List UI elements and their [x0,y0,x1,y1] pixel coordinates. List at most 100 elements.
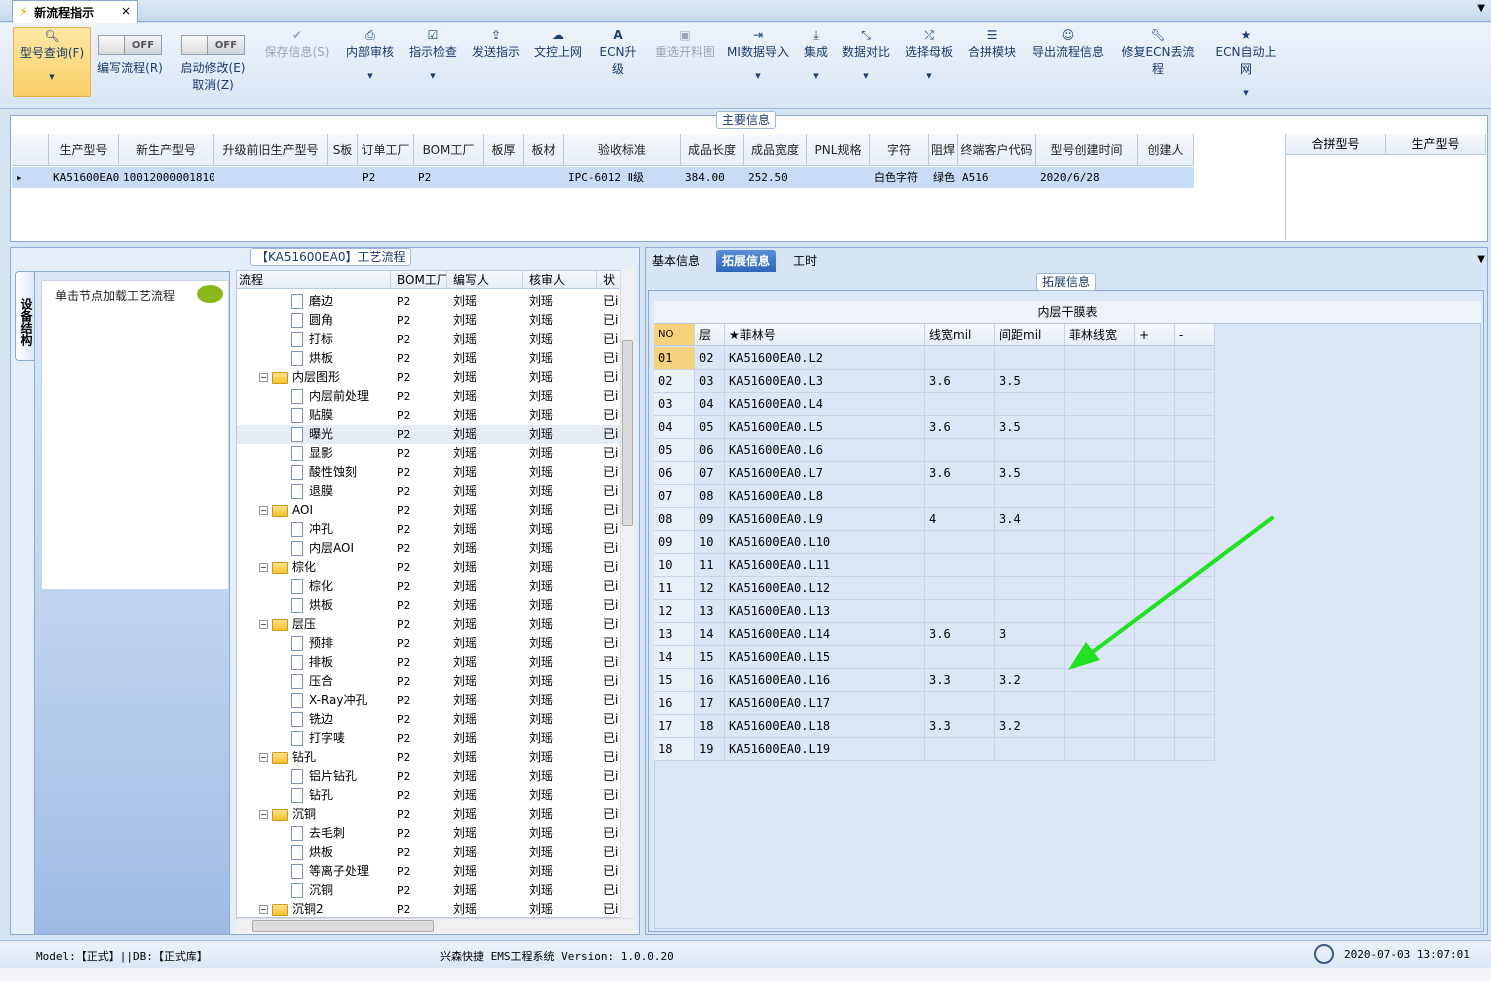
tab-dropdown-icon[interactable]: ▼ [1477,3,1485,14]
main-cell[interactable]: IPC-6012 Ⅱ级 [564,167,681,188]
inner-cell[interactable] [995,738,1065,760]
inner-cell[interactable]: 14 [654,646,695,668]
main-cell[interactable] [214,167,328,188]
inner-cell[interactable]: 10 [695,531,725,553]
inner-cell[interactable]: KA51600EA0.L16 [725,669,925,691]
tree-node[interactable]: 内层AOI P2 刘瑶 刘瑶 已i [237,539,621,558]
collapse-icon[interactable]: − [259,563,268,572]
tree-node[interactable]: 冲孔 P2 刘瑶 刘瑶 已i [237,520,621,539]
inner-cell[interactable] [995,646,1065,668]
tab-work-hours[interactable]: 工时 [787,250,823,272]
main-cell[interactable]: P2 [414,167,484,188]
main-cell[interactable]: 2020/6/28 [1036,167,1138,188]
inner-cell[interactable] [1175,439,1215,461]
main-col-header[interactable]: 创建人 [1138,134,1194,165]
inner-cell[interactable] [1065,462,1135,484]
inner-cell[interactable]: KA51600EA0.L11 [725,554,925,576]
main-col-header[interactable]: 验收标准 [564,134,681,165]
col-status[interactable]: 状 [597,271,621,288]
inner-cell[interactable]: KA51600EA0.L9 [725,508,925,530]
inner-cell[interactable]: 3.4 [995,508,1065,530]
inner-cell[interactable]: 07 [695,462,725,484]
inner-cell[interactable] [1065,347,1135,369]
inner-cell[interactable] [995,554,1065,576]
ecn-upgrade-button[interactable]: A ECN升级 [594,27,642,105]
tab-extended-info[interactable]: 拓展信息 [716,250,777,272]
inner-cell[interactable] [925,646,995,668]
col-reviewer[interactable]: 核审人 [523,271,597,288]
inner-cell[interactable] [1135,715,1175,737]
inner-cell[interactable]: 17 [695,692,725,714]
cancel-label[interactable]: 取消(Z) [192,76,234,93]
inner-cell[interactable]: KA51600EA0.L15 [725,646,925,668]
inner-cell[interactable]: 11 [654,577,695,599]
table-row[interactable]: 02 03 KA51600EA0.L3 3.6 3.5 [654,370,1215,393]
inner-cell[interactable]: 04 [695,393,725,415]
inner-cell[interactable] [1065,692,1135,714]
inner-cell[interactable]: 09 [654,531,695,553]
inner-cell[interactable] [1175,393,1215,415]
inner-col-header[interactable]: NO [654,324,695,345]
table-row[interactable]: 06 07 KA51600EA0.L7 3.6 3.5 [654,462,1215,485]
inner-cell[interactable]: 3.6 [925,416,995,438]
inner-cell[interactable]: KA51600EA0.L14 [725,623,925,645]
main-col-header[interactable]: 订单工厂 [358,134,414,165]
inner-cell[interactable]: 02 [695,347,725,369]
inner-cell[interactable]: 12 [654,600,695,622]
tree-node[interactable]: 显影 P2 刘瑶 刘瑶 已i [237,444,621,463]
tree-node[interactable]: − 棕化 P2 刘瑶 刘瑶 已i [237,558,621,577]
inner-cell[interactable] [1135,738,1175,760]
inner-cell[interactable] [1065,715,1135,737]
collapse-icon[interactable]: − [259,905,268,914]
inner-cell[interactable] [1065,393,1135,415]
inner-cell[interactable] [995,393,1065,415]
main-col-header[interactable]: BOM工厂 [414,134,484,165]
inner-cell[interactable]: 3.6 [925,462,995,484]
tree-node[interactable]: 烘板 P2 刘瑶 刘瑶 已i [237,843,621,862]
tree-node[interactable]: 去毛刺 P2 刘瑶 刘瑶 已i [237,824,621,843]
inner-cell[interactable] [1175,692,1215,714]
tree-node[interactable]: 贴膜 P2 刘瑶 刘瑶 已i [237,406,621,425]
col-process[interactable]: 流程 [237,271,391,288]
col-writer[interactable]: 编写人 [447,271,523,288]
inner-cell[interactable]: 02 [654,370,695,392]
main-cell[interactable]: 384.00 [681,167,744,188]
inner-cell[interactable] [1135,393,1175,415]
table-row[interactable]: 04 05 KA51600EA0.L5 3.6 3.5 [654,416,1215,439]
tree-node[interactable]: − 钻孔 P2 刘瑶 刘瑶 已i [237,748,621,767]
inner-cell[interactable] [925,393,995,415]
inner-cell[interactable] [995,347,1065,369]
inner-cell[interactable]: KA51600EA0.L4 [725,393,925,415]
main-col-header[interactable]: 字符 [870,134,929,165]
mi-import-button[interactable]: ⇥ MI数据导入 ▼ [726,27,790,105]
inner-cell[interactable] [995,600,1065,622]
table-row[interactable]: 17 18 KA51600EA0.L18 3.3 3.2 [654,715,1215,738]
tree-node[interactable]: − 沉铜2 P2 刘瑶 刘瑶 已i [237,900,621,917]
inner-cell[interactable] [1065,416,1135,438]
inner-cell[interactable]: 01 [654,347,695,369]
tree-node[interactable]: 等离子处理 P2 刘瑶 刘瑶 已i [237,862,621,881]
inner-cell[interactable]: 16 [654,692,695,714]
inner-cell[interactable] [1135,692,1175,714]
inner-cell[interactable]: 07 [654,485,695,507]
tree-node[interactable]: 打标 P2 刘瑶 刘瑶 已i [237,330,621,349]
inner-cell[interactable] [1135,439,1175,461]
main-col-header[interactable]: 阻焊 [929,134,958,165]
main-cell[interactable]: KA51600EA0 [49,167,119,188]
inner-cell[interactable]: 3.5 [995,370,1065,392]
inner-cell[interactable] [925,439,995,461]
tree-node[interactable]: 钻孔 P2 刘瑶 刘瑶 已i [237,786,621,805]
tree-node[interactable]: − 内层图形 P2 刘瑶 刘瑶 已i [237,368,621,387]
edit-toggle-switch[interactable]: OFF [98,35,162,55]
main-col-header[interactable]: 板材 [524,134,564,165]
export-process-button[interactable]: ☺ 导出流程信息 [1030,27,1106,105]
tree-node[interactable]: 铝片钻孔 P2 刘瑶 刘瑶 已i [237,767,621,786]
inner-cell[interactable]: 19 [695,738,725,760]
inner-cell[interactable]: 06 [654,462,695,484]
tree-node[interactable]: 退膜 P2 刘瑶 刘瑶 已i [237,482,621,501]
inner-cell[interactable]: 16 [695,669,725,691]
inner-cell[interactable] [925,485,995,507]
internal-review-button[interactable]: ⎙ 内部审核 ▼ [344,27,396,105]
tab-new-process[interactable]: ⚡ 新流程指示 × [12,0,138,23]
inner-cell[interactable]: KA51600EA0.L17 [725,692,925,714]
